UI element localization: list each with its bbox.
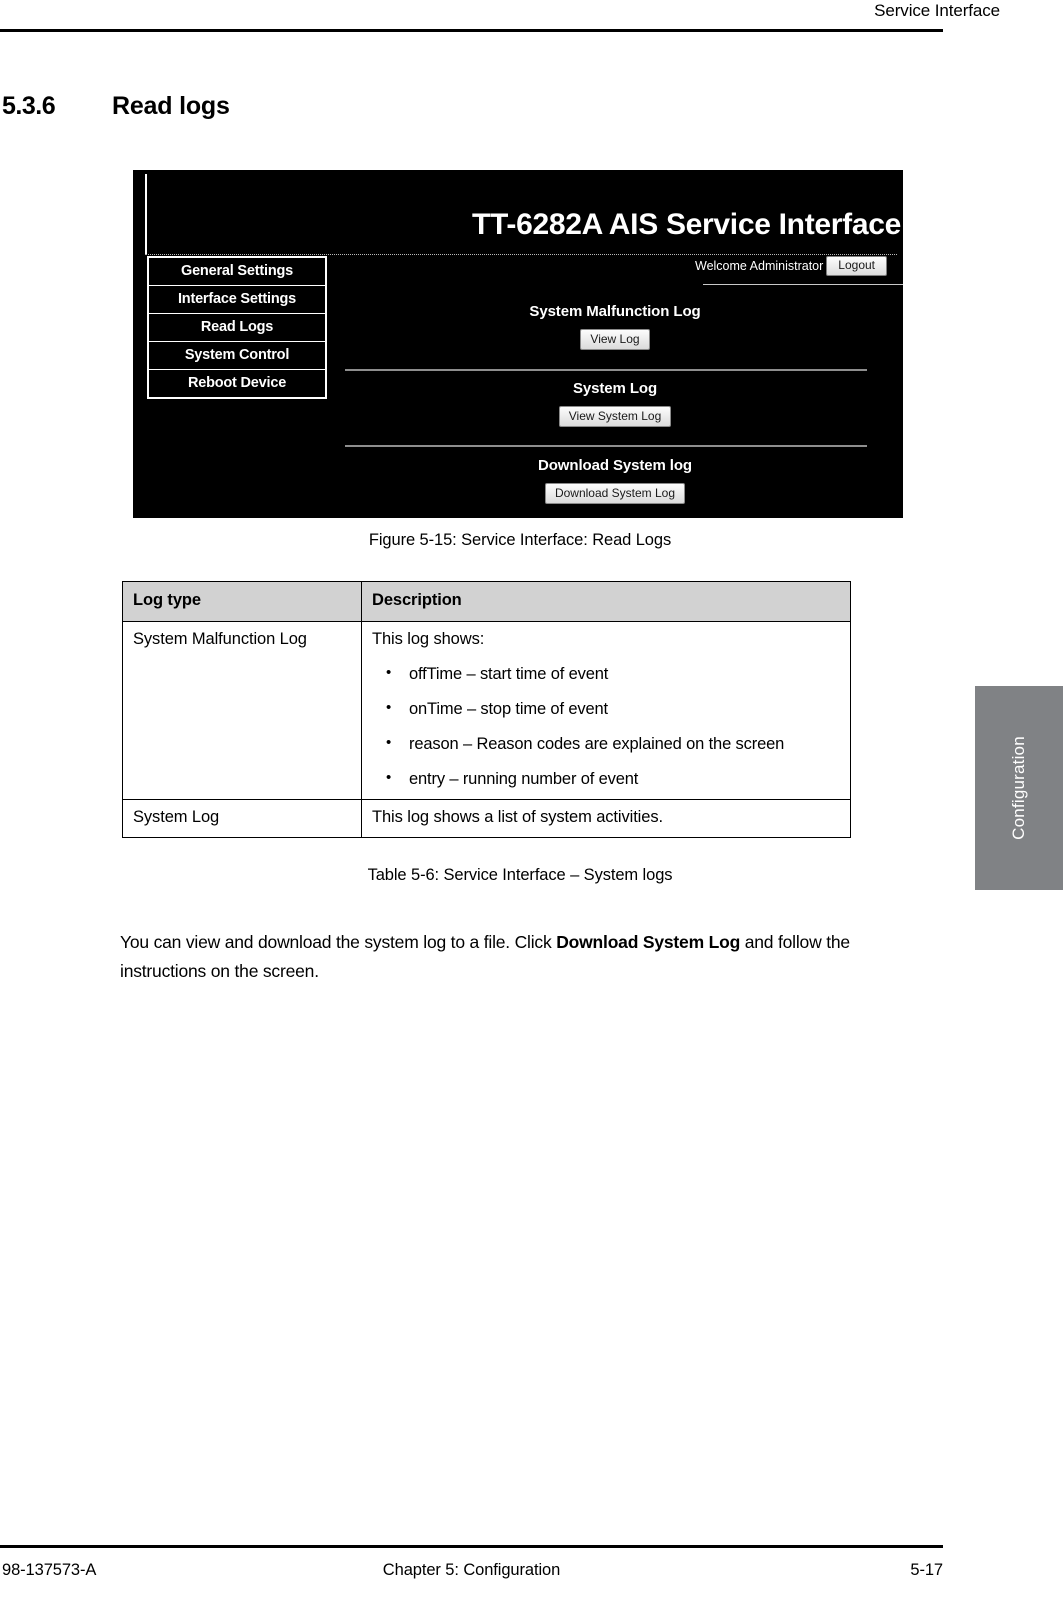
figure-welcome-row: Welcome Administrator ! Logout bbox=[695, 256, 895, 280]
sidebar-item-read-logs[interactable]: Read Logs bbox=[149, 314, 325, 342]
figure-banner-dotted-rule bbox=[145, 254, 897, 255]
section-number: 5.3.6 bbox=[2, 92, 56, 120]
description-bullet-list: offTime – start time of event onTime – s… bbox=[372, 664, 840, 789]
logout-button[interactable]: Logout bbox=[826, 256, 887, 276]
view-system-log-button[interactable]: View System Log bbox=[558, 406, 672, 427]
system-log-title: System Log bbox=[572, 380, 658, 397]
paragraph-text-part1: You can view and download the system log… bbox=[120, 931, 557, 952]
table-cell-description: This log shows: offTime – start time of … bbox=[361, 621, 851, 800]
figure-block-download-system-log: Download System log Download System Log bbox=[333, 457, 897, 504]
table-cell-log-type: System Log bbox=[122, 799, 362, 838]
list-item: onTime – stop time of event bbox=[372, 699, 840, 719]
section-heading: 5.3.6 Read logs bbox=[0, 92, 900, 132]
figure-banner-title: TT-6282A AIS Service Interface bbox=[472, 208, 901, 241]
table-header-row: Log type Description bbox=[122, 581, 851, 622]
figure-left-accent-line bbox=[145, 174, 147, 254]
footer-page-number: 5-17 bbox=[910, 1561, 943, 1579]
figure-caption: Figure 5-15: Service Interface: Read Log… bbox=[368, 531, 672, 549]
page-footer: 98-137573-A Chapter 5: Configuration 5-1… bbox=[0, 1545, 1063, 1590]
table-header-log-type: Log type bbox=[122, 581, 362, 622]
table-row: System Malfunction Log This log shows: o… bbox=[122, 621, 851, 800]
sidebar-item-interface-settings[interactable]: Interface Settings bbox=[149, 286, 325, 314]
table-caption: Table 5-6: Service Interface – System lo… bbox=[367, 866, 673, 884]
download-system-log-button[interactable]: Download System Log bbox=[544, 483, 686, 504]
side-thumb-tab-configuration: Configuration bbox=[975, 686, 1063, 890]
welcome-message: Welcome Administrator ! bbox=[695, 259, 831, 273]
figure-welcome-underline bbox=[703, 284, 903, 285]
body-paragraph: You can view and download the system log… bbox=[120, 928, 910, 986]
side-tab-label: Configuration bbox=[1009, 736, 1028, 840]
table-row: System Log This log shows a list of syst… bbox=[122, 799, 851, 838]
table-cell-description: This log shows a list of system activiti… bbox=[361, 799, 851, 838]
page-running-header: Service Interface bbox=[0, 0, 1063, 32]
view-log-button[interactable]: View Log bbox=[580, 329, 650, 350]
list-item: entry – running number of event bbox=[372, 769, 840, 789]
figure-block-system-malfunction-log: System Malfunction Log View Log bbox=[333, 303, 897, 350]
list-item: offTime – start time of event bbox=[372, 664, 840, 684]
footer-divider-rule bbox=[0, 1545, 943, 1548]
footer-chapter-label: Chapter 5: Configuration bbox=[382, 1561, 561, 1579]
list-item: reason – Reason codes are explained on t… bbox=[372, 734, 840, 754]
table-header-description: Description bbox=[361, 581, 851, 622]
section-title: Read logs bbox=[112, 92, 230, 120]
header-divider-rule bbox=[0, 29, 943, 32]
system-malfunction-log-title: System Malfunction Log bbox=[529, 303, 701, 320]
paragraph-bold-term: Download System Log bbox=[556, 931, 741, 952]
sidebar-item-system-control[interactable]: System Control bbox=[149, 342, 325, 370]
running-header-title: Service Interface bbox=[874, 1, 1000, 20]
service-interface-screenshot: TT-6282A AIS Service Interface General S… bbox=[133, 170, 903, 518]
figure-divider-2 bbox=[345, 445, 867, 447]
figure-block-system-log: System Log View System Log bbox=[333, 380, 897, 427]
system-logs-table: Log type Description System Malfunction … bbox=[122, 581, 851, 838]
download-system-log-title: Download System log bbox=[538, 457, 692, 474]
table-cell-log-type: System Malfunction Log bbox=[122, 621, 362, 800]
figure-sidebar-menu: General Settings Interface Settings Read… bbox=[147, 256, 327, 399]
sidebar-item-reboot-device[interactable]: Reboot Device bbox=[149, 370, 325, 397]
description-intro: This log shows: bbox=[372, 630, 485, 648]
figure-divider-1 bbox=[345, 369, 867, 371]
sidebar-item-general-settings[interactable]: General Settings bbox=[149, 258, 325, 286]
